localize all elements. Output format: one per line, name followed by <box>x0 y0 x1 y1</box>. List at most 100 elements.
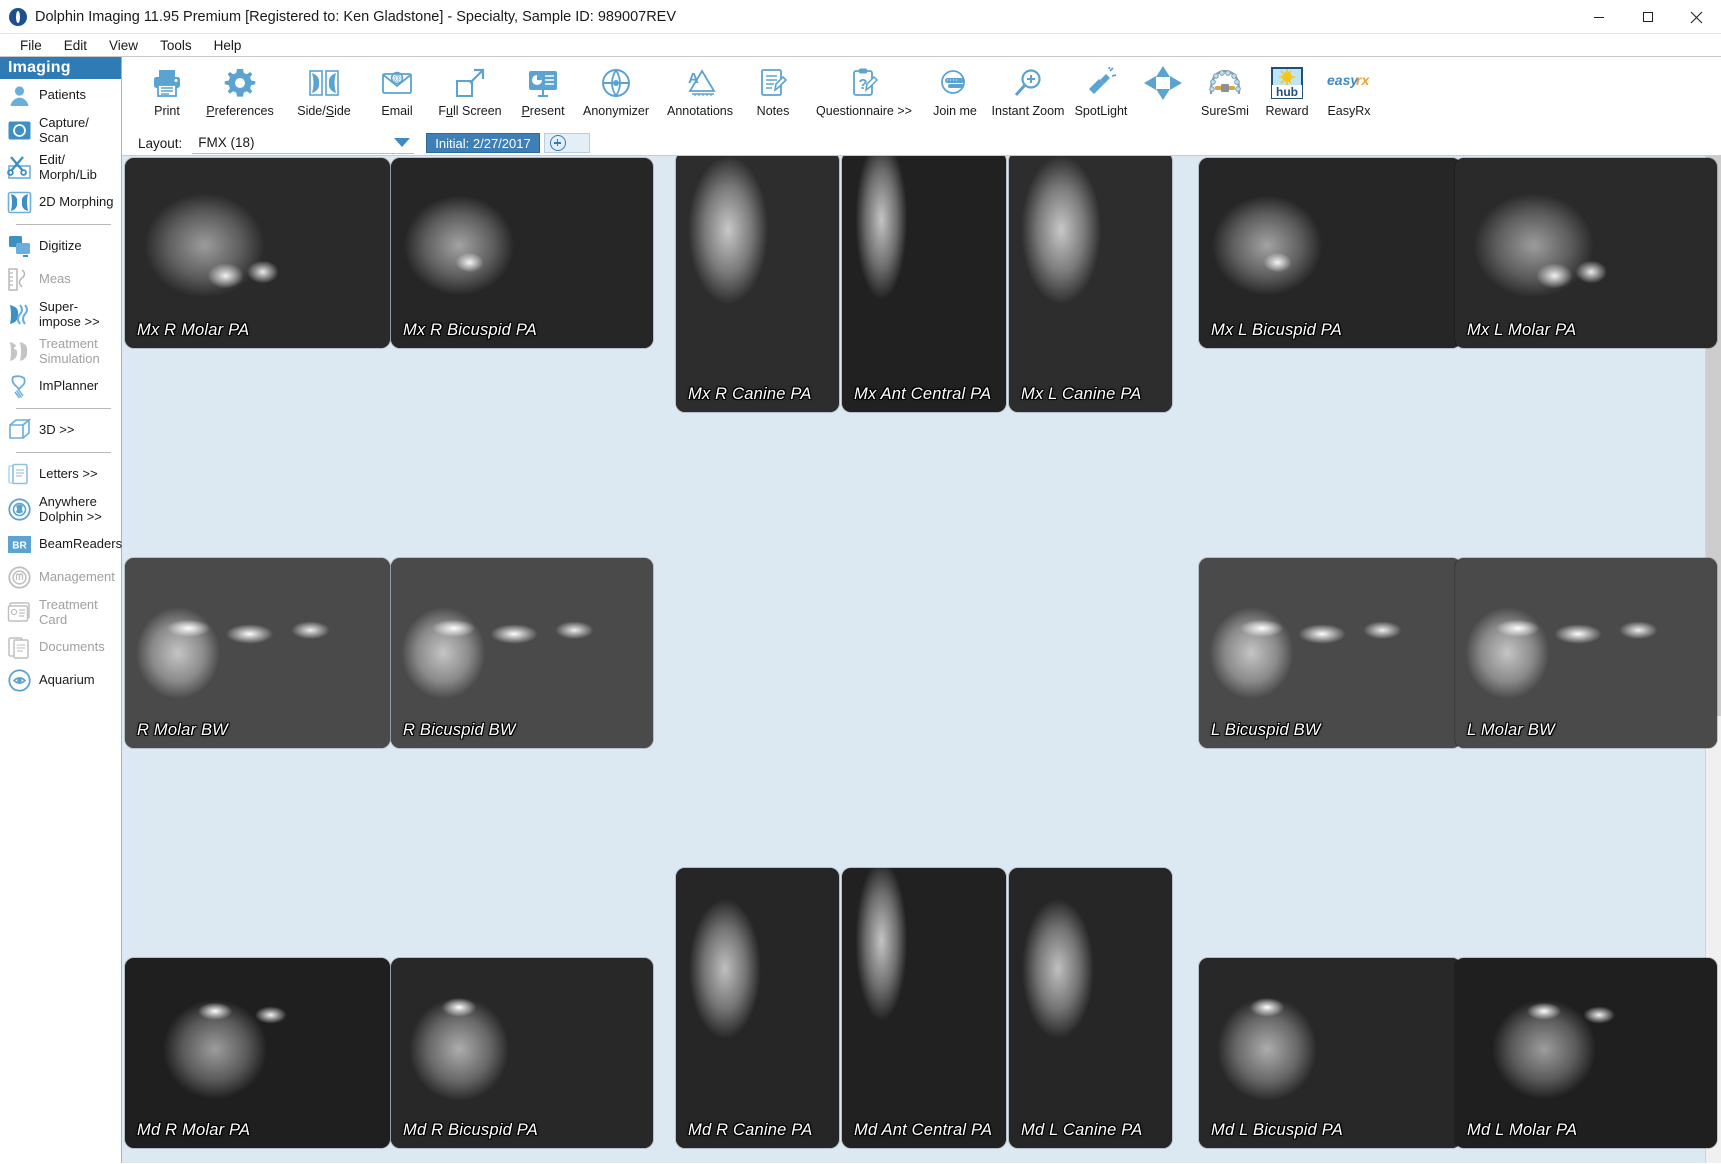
chevron-down-icon <box>394 138 411 147</box>
layout-dropdown[interactable]: FMX (18) <box>192 132 415 154</box>
toolbar-button-full-screen[interactable]: Full Screen <box>428 61 512 118</box>
radiograph-tile[interactable]: L Molar BW <box>1455 558 1717 748</box>
sidebar-item-label: Aquarium <box>39 672 95 688</box>
present-icon <box>527 65 559 101</box>
radiograph-tile[interactable]: Mx L Bicuspid PA <box>1199 158 1461 348</box>
radiograph-label: Mx L Molar PA <box>1467 321 1577 339</box>
menu-file[interactable]: File <box>10 36 52 55</box>
toolbar-button-reward[interactable]: hub Reward <box>1256 61 1318 118</box>
toolbar-button-email[interactable]: @ Email <box>366 61 428 118</box>
radiograph-label: Md R Molar PA <box>137 1121 251 1139</box>
radiograph-tile[interactable]: Mx Ant Central PA <box>842 156 1006 412</box>
toolbar-button-annotations[interactable]: A Annotations <box>658 61 742 118</box>
menu-edit[interactable]: Edit <box>54 36 97 55</box>
svg-text:easy: easy <box>1327 72 1359 88</box>
radiograph-tile[interactable]: R Bicuspid BW <box>391 558 653 748</box>
sidebar-item-treatment-card[interactable]: Treatment Card <box>0 594 121 631</box>
sidebar-item-capture-scan[interactable]: Capture/ Scan <box>0 112 121 149</box>
sidebar-item-digitize[interactable]: Digitize <box>0 230 121 263</box>
sidebar-item-label: Meas <box>39 271 71 287</box>
sidebar-header: Imaging <box>0 57 121 79</box>
toolbar-button-present[interactable]: Present <box>512 61 574 118</box>
radiograph-tile[interactable]: Md R Bicuspid PA <box>391 958 653 1148</box>
questionnaire-icon: ? <box>848 65 880 101</box>
layout-bar: Layout: FMX (18) Initial: 2/27/2017 <box>122 131 1721 155</box>
radiograph-tile[interactable]: Md L Bicuspid PA <box>1199 958 1461 1148</box>
menu-tools[interactable]: Tools <box>150 36 202 55</box>
toolbar-button-questionnaire[interactable]: ? Questionnaire >> <box>804 61 924 118</box>
add-timepoint-button[interactable] <box>543 133 590 153</box>
beamreaders-icon: BR <box>7 532 32 557</box>
radiograph-tile[interactable]: L Bicuspid BW <box>1199 558 1461 748</box>
radiograph-tile[interactable]: Mx L Molar PA <box>1455 158 1717 348</box>
sidebar-item-superimpose[interactable]: Super- impose >> <box>0 296 121 333</box>
sidebar-item-patients[interactable]: Patients <box>0 79 121 112</box>
printer-icon <box>151 65 183 101</box>
implant-icon <box>7 374 32 399</box>
radiograph-tile[interactable]: Md L Canine PA <box>1009 868 1172 1148</box>
svg-text:@: @ <box>393 74 401 83</box>
maximize-button[interactable] <box>1623 0 1672 34</box>
toolbar-button-easyrx[interactable]: easy rx EasyRx <box>1318 61 1380 118</box>
toolbar-label: Present <box>521 104 565 118</box>
notes-icon <box>757 65 789 101</box>
sidebar-item-3d[interactable]: 3D >> <box>0 414 121 447</box>
cube-icon <box>7 418 32 443</box>
toolbar-button-instant-zoom[interactable]: Instant Zoom <box>986 61 1070 118</box>
radiograph-image <box>391 158 653 348</box>
sidebar-item-edit-morph-lib[interactable]: Edit/ Morph/Lib <box>0 149 121 186</box>
radiograph-tile[interactable]: Md R Canine PA <box>676 868 839 1148</box>
radiograph-tile[interactable]: Md L Molar PA <box>1455 958 1717 1148</box>
radiograph-label: Mx L Canine PA <box>1021 385 1142 403</box>
toolbar-button-suresmile[interactable]: SureSmi <box>1194 61 1256 118</box>
sidebar-separator <box>16 408 111 409</box>
close-button[interactable] <box>1672 0 1721 34</box>
sidebar-item-letters[interactable]: Letters >> <box>0 458 121 491</box>
sidebar-item-aquarium[interactable]: Aquarium <box>0 664 121 697</box>
menu-view[interactable]: View <box>99 36 148 55</box>
toolbar-button-anonymizer[interactable]: Anonymizer <box>574 61 658 118</box>
sidebar-item-management[interactable]: Management <box>0 561 121 594</box>
minimize-button[interactable] <box>1574 0 1623 34</box>
sidebar-separator <box>16 452 111 453</box>
radiograph-tile[interactable]: Mx R Bicuspid PA <box>391 158 653 348</box>
toolbar-button-spotlight[interactable]: SpotLight <box>1070 61 1132 118</box>
sidebar-item-treatment-simulation[interactable]: Treatment Simulation <box>0 333 121 370</box>
toolbar-button-pan[interactable] <box>1132 61 1194 104</box>
toolbar-button-side-side[interactable]: Side/Side <box>282 61 366 118</box>
toolbar-label: Join me <box>933 104 977 118</box>
toolbar-label: Email <box>381 104 413 118</box>
toolbar-button-notes[interactable]: Notes <box>742 61 804 118</box>
radiograph-tile[interactable]: Mx R Molar PA <box>125 158 390 348</box>
scissors-icon <box>7 155 32 180</box>
radiograph-label: L Bicuspid BW <box>1211 721 1321 739</box>
toolbar-label: Annotations <box>666 104 734 118</box>
sidebar-item-implanner[interactable]: ImPlanner <box>0 370 121 403</box>
radiograph-tile[interactable]: Md R Molar PA <box>125 958 390 1148</box>
gear-icon <box>224 65 256 101</box>
toolbar-label: EasyRx <box>1327 104 1371 118</box>
toolbar-button-preferences[interactable]: Preferences <box>198 61 282 118</box>
sidebar-item-label: Edit/ Morph/Lib <box>39 152 97 182</box>
sidebar-item-anywhere-dolphin[interactable]: Anywhere Dolphin >> <box>0 491 121 528</box>
timepoint-tab-initial[interactable]: Initial: 2/27/2017 <box>426 133 540 153</box>
radiograph-tile[interactable]: Mx L Canine PA <box>1009 156 1172 412</box>
radiograph-tile[interactable]: Mx R Canine PA <box>676 156 839 412</box>
sidebar-item-2d-morphing[interactable]: 2D Morphing <box>0 186 121 219</box>
sidebar-item-documents[interactable]: Documents <box>0 631 121 664</box>
toolbar-label: Preferences <box>206 104 274 118</box>
toolbar-button-join-me[interactable]: Join me <box>924 61 986 118</box>
toolbar-label: Questionnaire >> <box>816 104 912 118</box>
window-controls <box>1574 0 1721 34</box>
radiograph-tile[interactable]: Md Ant Central PA <box>842 868 1006 1148</box>
toolbar-button-print[interactable]: Print <box>136 61 198 118</box>
sidebar-item-beamreaders[interactable]: BR BeamReaders <box>0 528 122 561</box>
radiograph-image <box>125 158 390 348</box>
sidebar-separator <box>16 224 111 225</box>
radiograph-tile[interactable]: R Molar BW <box>125 558 390 748</box>
four-arrows-icon <box>1143 65 1183 101</box>
sidebar-item-meas[interactable]: Meas <box>0 263 121 296</box>
radiograph-image <box>125 558 390 748</box>
letters-icon <box>7 462 32 487</box>
menu-help[interactable]: Help <box>204 36 252 55</box>
